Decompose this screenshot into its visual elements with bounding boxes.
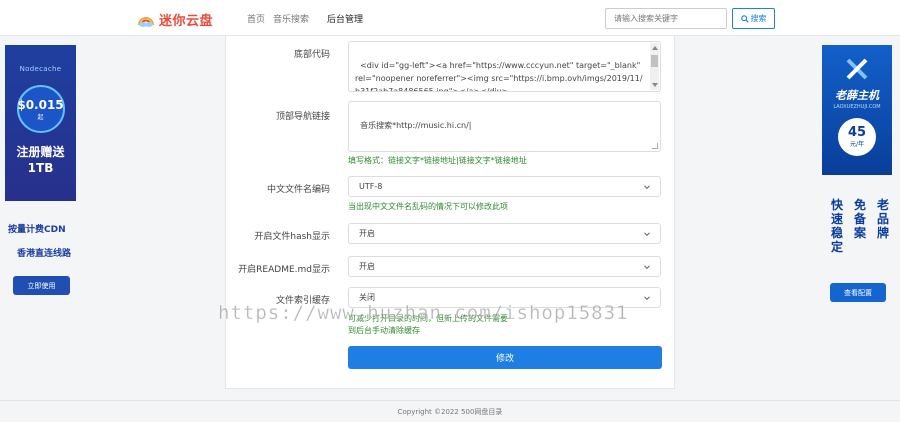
hint-top-nav: 填写格式：链接文字*链接地址|链接文字*链接地址 [348, 156, 527, 165]
main-nav: 首页 音乐搜索 后台管理 [247, 12, 371, 25]
ad-price-unit: 起 [37, 113, 44, 121]
chevron-down-icon [644, 264, 650, 269]
search-bar: 搜索 [605, 8, 775, 29]
search-icon [740, 14, 749, 23]
search-input[interactable] [605, 8, 727, 29]
brand-name: 迷你云盘 [159, 14, 214, 29]
bottom-code-textarea[interactable]: <div id="gg-left"><a href="https://www.c… [348, 41, 661, 92]
footer: Copyright ©2022 500网盘目录 [0, 400, 900, 422]
cn-encoding-value: UTF-8 [359, 182, 383, 191]
rainbow-cloud-icon [138, 16, 154, 27]
textarea-scrollbar[interactable] [650, 43, 659, 90]
brand-logo[interactable]: 迷你云盘 [137, 10, 213, 29]
slogan-col-fast: 快速稳定 [830, 198, 843, 254]
label-top-nav: 顶部导航链接 [275, 112, 330, 122]
ad-feature-hk: 香港直连线路 [17, 249, 72, 259]
ad-view-config-button[interactable]: 查看配置 [830, 283, 886, 302]
slogan-col-brand: 老品牌 [876, 198, 889, 240]
ad-laoxue-name: 老薛主机 [835, 89, 879, 102]
scroll-up-icon[interactable] [652, 46, 658, 50]
ad-laoxue-price-badge: 45 元/年 [838, 118, 876, 156]
hint-cn-encoding: 当出现中文文件名乱码的情况下可以修改此项 [348, 202, 508, 211]
search-button[interactable]: 搜索 [732, 8, 775, 29]
ad-price-badge: $0.015 起 [16, 85, 65, 133]
ad-price: $0.015 [17, 97, 64, 112]
scroll-thumb[interactable] [651, 55, 658, 67]
watermark-text: https://www.huzhan.com/ishop15831 [218, 302, 629, 325]
submit-button[interactable]: 修改 [348, 346, 662, 369]
ad-promo-line2: 1TB [27, 161, 54, 175]
label-bottom-code: 底部代码 [293, 50, 330, 60]
chevron-down-icon [644, 184, 650, 189]
ad-use-now-button[interactable]: 立即使用 [13, 276, 70, 295]
ad-laoxue-price: 45 [847, 125, 867, 140]
ad-nodecache-banner[interactable]: Nodecache $0.015 起 注册赠送 1TB [5, 45, 76, 201]
ad-laoxue-site: LAOXUEZHUJI.COM [833, 104, 881, 110]
hash-display-value: 开启 [359, 229, 375, 238]
top-nav-value: 音乐搜索*http://music.hi.cn/| [360, 121, 472, 130]
slogan-col-norecord: 免备案 [853, 198, 866, 240]
ad-promo-line1: 注册赠送 [16, 145, 65, 159]
cn-encoding-select[interactable]: UTF-8 [348, 176, 661, 197]
chevron-down-icon [644, 295, 650, 300]
resize-handle-icon[interactable] [652, 143, 658, 149]
search-button-label: 搜索 [750, 14, 767, 23]
nav-admin[interactable]: 后台管理 [327, 12, 363, 25]
label-hash-display: 开启文件hash显示 [254, 232, 330, 242]
readme-display-value: 开启 [359, 262, 375, 271]
laoxue-logo-icon [822, 55, 892, 83]
bottom-code-value: <div id="gg-left"><a href="https://www.c… [355, 61, 643, 92]
ad-laoxue-slogan: 快速稳定 免备案 老品牌 [830, 198, 890, 254]
scroll-down-icon[interactable] [652, 83, 658, 87]
ad-feature-cdn: 按量计费CDN [8, 225, 66, 235]
hash-display-select[interactable]: 开启 [348, 223, 661, 244]
nav-music-search[interactable]: 音乐搜索 [273, 12, 309, 25]
footer-copyright: Copyright ©2022 500网盘目录 [397, 408, 503, 416]
ad-laoxue-banner[interactable]: 老薛主机 LAOXUEZHUJI.COM 45 元/年 [822, 45, 892, 175]
top-nav-textarea[interactable]: 音乐搜索*http://music.hi.cn/| [348, 101, 661, 152]
label-cn-encoding: 中文文件名编码 [266, 185, 330, 195]
nav-home[interactable]: 首页 [247, 12, 265, 25]
chevron-down-icon [644, 231, 650, 236]
hint-index-cache-line2: 到后台手动清除缓存 [348, 326, 420, 335]
readme-display-select[interactable]: 开启 [348, 256, 661, 277]
top-header: 迷你云盘 首页 音乐搜索 后台管理 搜索 [0, 0, 900, 36]
ad-laoxue-price-unit: 元/年 [849, 141, 865, 148]
label-readme-display: 开启README.md显示 [238, 265, 330, 275]
ad-nodecache-name: Nodecache [19, 65, 62, 73]
